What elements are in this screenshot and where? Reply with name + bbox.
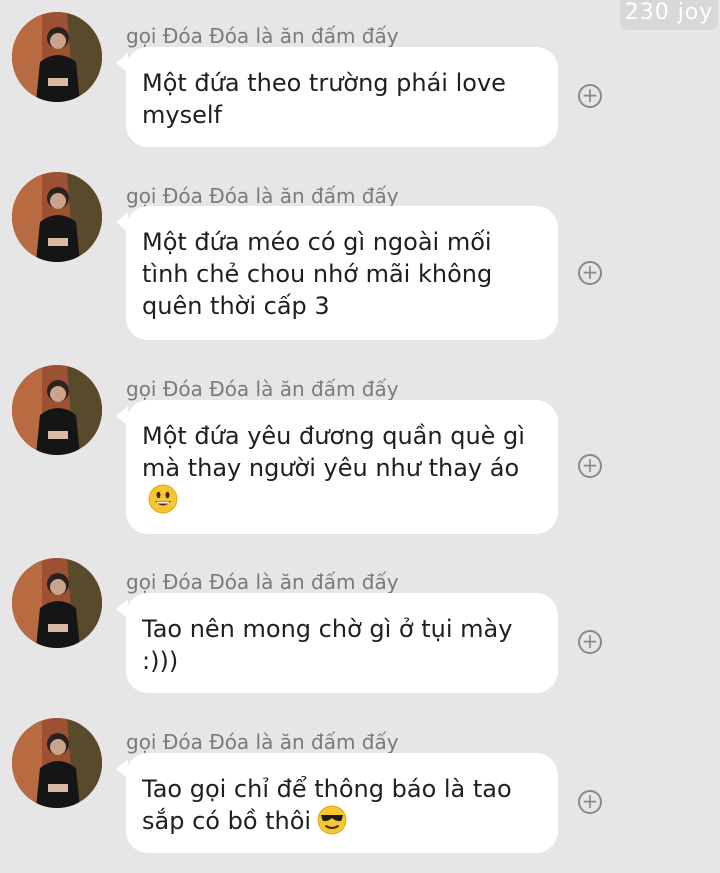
message-text: Một đứa yêu đương quần què gì mà thay ng… <box>142 422 525 482</box>
sender-name: gọi Đóa Đóa là ăn đấm đấy <box>126 377 399 401</box>
message-item: gọi Đóa Đóa là ăn đấm đấy Tao nên mong c… <box>0 556 720 706</box>
sender-name: gọi Đóa Đóa là ăn đấm đấy <box>126 730 399 754</box>
avatar[interactable] <box>12 558 102 648</box>
grinning-face-emoji <box>148 484 178 514</box>
message-item: gọi Đóa Đóa là ăn đấm đấy Một đứa yêu đư… <box>0 363 720 543</box>
message-bubble[interactable]: Tao gọi chỉ để thông báo là tao sắp có b… <box>116 753 558 853</box>
message-item: gọi Đóa Đóa là ăn đấm đấy Một đứa theo t… <box>0 10 720 160</box>
message-text: Một đứa méo có gì ngoài mối tình chẻ cho… <box>142 228 493 320</box>
message-bubble[interactable]: Một đứa theo trường phái love myself <box>116 47 558 147</box>
avatar[interactable] <box>12 718 102 808</box>
plus-circle-icon[interactable]: + <box>578 790 602 814</box>
avatar[interactable] <box>12 172 102 262</box>
plus-circle-icon[interactable]: + <box>578 630 602 654</box>
avatar[interactable] <box>12 12 102 102</box>
message-text: Một đứa theo trường phái love myself <box>142 69 506 129</box>
sunglasses-face-emoji <box>317 805 347 835</box>
message-bubble[interactable]: Một đứa méo có gì ngoài mối tình chẻ cho… <box>116 206 558 340</box>
avatar[interactable] <box>12 365 102 455</box>
sender-name: gọi Đóa Đóa là ăn đấm đấy <box>126 570 399 594</box>
sender-name: gọi Đóa Đóa là ăn đấm đấy <box>126 24 399 48</box>
message-text: Tao nên mong chờ gì ở tụi mày :))) <box>142 615 513 675</box>
message-item: gọi Đóa Đóa là ăn đấm đấy Một đứa méo có… <box>0 170 720 350</box>
plus-circle-icon[interactable]: + <box>578 84 602 108</box>
message-bubble[interactable]: Tao nên mong chờ gì ở tụi mày :))) <box>116 593 558 693</box>
message-item: gọi Đóa Đóa là ăn đấm đấy Tao gọi chỉ để… <box>0 716 720 866</box>
plus-circle-icon[interactable]: + <box>578 454 602 478</box>
plus-circle-icon[interactable]: + <box>578 261 602 285</box>
message-bubble[interactable]: Một đứa yêu đương quần què gì mà thay ng… <box>116 400 558 534</box>
sender-name: gọi Đóa Đóa là ăn đấm đấy <box>126 184 399 208</box>
